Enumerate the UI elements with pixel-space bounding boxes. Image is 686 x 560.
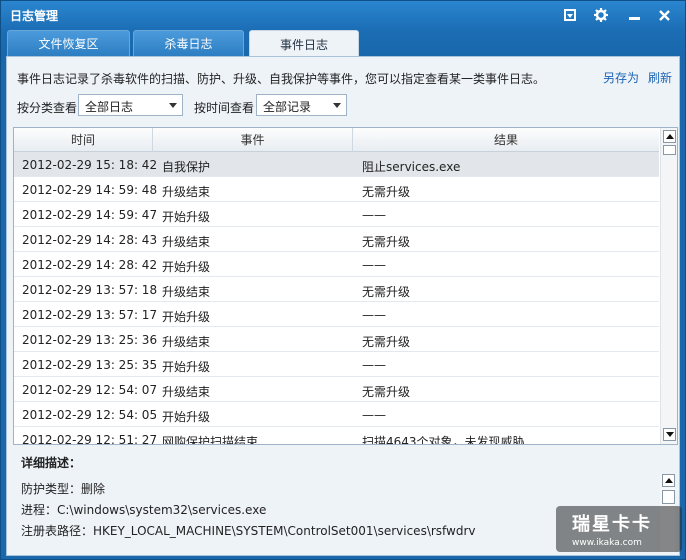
tab-antivirus-log[interactable]: 杀毒日志: [133, 30, 244, 56]
event-table: 时间 事件 结果 2012-02-29 15: 18: 42 自我保护 阻止serv…: [13, 127, 678, 445]
cell-event: 自我保护: [162, 160, 211, 174]
cell-time: 2012-02-29 12: 54: 07: [22, 383, 158, 397]
detail-scroll-up-button[interactable]: [662, 474, 675, 487]
chevron-down-icon: [169, 103, 177, 108]
cell-result: 无需升级: [362, 185, 411, 199]
cell-time: 2012-02-29 14: 28: 43: [22, 233, 158, 247]
detail-registry: 注册表路径：HKEY_LOCAL_MACHINE\SYSTEM\ControlS…: [21, 524, 476, 538]
cell-time: 2012-02-29 14: 28: 42: [22, 258, 158, 272]
scroll-down-button[interactable]: [663, 428, 676, 441]
cell-result: ——: [362, 358, 386, 372]
table-row[interactable]: 2012-02-29 14: 59: 48 升级结束 无需升级: [14, 177, 659, 202]
intro-text: 事件日志记录了杀毒软件的扫描、防护、升级、自我保护等事件，您可以指定查看某一类事…: [17, 72, 546, 86]
table-row[interactable]: 2012-02-29 12: 54: 07 升级结束 无需升级: [14, 377, 659, 402]
tray-icon[interactable]: [561, 6, 579, 24]
close-icon[interactable]: [655, 6, 673, 24]
detail-title: 详细描述：: [21, 456, 82, 470]
cell-result: ——: [362, 408, 386, 422]
table-row[interactable]: 2012-02-29 13: 57: 18 升级结束 无需升级: [14, 277, 659, 302]
cell-event: 升级结束: [162, 285, 211, 299]
event-log-panel: 事件日志记录了杀毒软件的扫描、防护、升级、自我保护等事件，您可以指定查看某一类事…: [6, 56, 680, 556]
detail-scroll-thumb[interactable]: [662, 490, 675, 504]
chevron-down-icon: [333, 103, 341, 108]
table-body: 2012-02-29 15: 18: 42 自我保护 阻止services.exe 2…: [14, 152, 659, 445]
table-row[interactable]: 2012-02-29 13: 57: 17 开始升级 ——: [14, 302, 659, 327]
time-select[interactable]: 全部记录: [256, 94, 347, 116]
cell-time: 2012-02-29 12: 51: 27: [22, 433, 158, 445]
category-label: 按分类查看: [17, 101, 78, 115]
table-row[interactable]: 2012-02-29 15: 18: 42 自我保护 阻止services.exe: [14, 152, 659, 177]
detail-protection-type: 防护类型：删除: [21, 482, 106, 496]
cell-result: 无需升级: [362, 285, 411, 299]
title-bar: 日志管理: [1, 1, 685, 29]
category-select-value: 全部日志: [85, 100, 134, 114]
cell-time: 2012-02-29 13: 57: 18: [22, 283, 158, 297]
cell-event: 开始升级: [162, 210, 211, 224]
tab-event-log[interactable]: 事件日志: [249, 30, 359, 57]
table-row[interactable]: 2012-02-29 12: 54: 05 开始升级 ——: [14, 402, 659, 427]
watermark-brand: 瑞星卡卡: [572, 514, 652, 535]
column-header-event[interactable]: 事件: [153, 128, 353, 152]
refresh-link[interactable]: 刷新: [648, 69, 672, 86]
cell-event: 开始升级: [162, 310, 211, 324]
cell-result: ——: [362, 208, 386, 222]
cell-time: 2012-02-29 14: 59: 48: [22, 183, 158, 197]
cell-time: 2012-02-29 12: 54: 05: [22, 408, 158, 422]
cell-time: 2012-02-29 13: 25: 35: [22, 358, 158, 372]
column-header-result[interactable]: 结果: [353, 128, 659, 152]
gear-icon[interactable]: [592, 6, 610, 24]
tab-file-recovery[interactable]: 文件恢复区: [7, 30, 130, 56]
table-header: 时间 事件 结果: [14, 128, 659, 152]
detail-process: 进程：C:\windows\system32\services.exe: [21, 503, 267, 517]
category-select[interactable]: 全部日志: [78, 94, 183, 116]
cell-event: 开始升级: [162, 260, 211, 274]
cell-result: 无需升级: [362, 335, 411, 349]
time-select-value: 全部记录: [263, 100, 312, 114]
column-header-time[interactable]: 时间: [14, 128, 153, 152]
window-title: 日志管理: [10, 9, 59, 23]
cell-result: ——: [362, 258, 386, 272]
table-row[interactable]: 2012-02-29 14: 28: 43 升级结束 无需升级: [14, 227, 659, 252]
cell-result: ——: [362, 308, 386, 322]
table-scrollbar[interactable]: [660, 128, 677, 444]
cell-result: 扫描4643个对象，未发现威胁: [362, 435, 525, 445]
cell-result: 阻止services.exe: [362, 160, 461, 174]
cell-event: 开始升级: [162, 360, 211, 374]
cell-event: 升级结束: [162, 235, 211, 249]
minimize-icon[interactable]: [625, 6, 643, 24]
table-row[interactable]: 2012-02-29 13: 25: 35 开始升级 ——: [14, 352, 659, 377]
cell-result: 无需升级: [362, 235, 411, 249]
log-manager-window: 日志管理 文件恢复区 杀毒日志 事件日志 事件日志记录了杀毒软件的扫描、防护、升…: [0, 0, 686, 560]
cell-event: 开始升级: [162, 410, 211, 424]
cell-result: 无需升级: [362, 385, 411, 399]
cell-time: 2012-02-29 15: 18: 42: [22, 158, 158, 172]
scroll-up-button[interactable]: [663, 130, 676, 143]
table-row[interactable]: 2012-02-29 14: 59: 47 开始升级 ——: [14, 202, 659, 227]
table-row[interactable]: 2012-02-29 13: 25: 36 升级结束 无需升级: [14, 327, 659, 352]
cell-event: 网购保护扫描结束: [162, 435, 259, 445]
watermark-url: www.ikaka.com: [572, 538, 642, 548]
table-row[interactable]: 2012-02-29 14: 28: 42 开始升级 ——: [14, 252, 659, 277]
cell-time: 2012-02-29 13: 25: 36: [22, 333, 158, 347]
cell-time: 2012-02-29 14: 59: 47: [22, 208, 158, 222]
watermark-logo: 瑞星卡卡 www.ikaka.com: [556, 506, 682, 552]
scroll-thumb[interactable]: [663, 145, 676, 155]
time-label: 按时间查看: [194, 101, 255, 115]
cell-event: 升级结束: [162, 185, 211, 199]
table-row[interactable]: 2012-02-29 12: 51: 27 网购保护扫描结束 扫描4643个对象，未…: [14, 427, 659, 445]
cell-event: 升级结束: [162, 335, 211, 349]
save-as-link[interactable]: 另存为: [603, 69, 639, 86]
cell-event: 升级结束: [162, 385, 211, 399]
cell-time: 2012-02-29 13: 57: 17: [22, 308, 158, 322]
